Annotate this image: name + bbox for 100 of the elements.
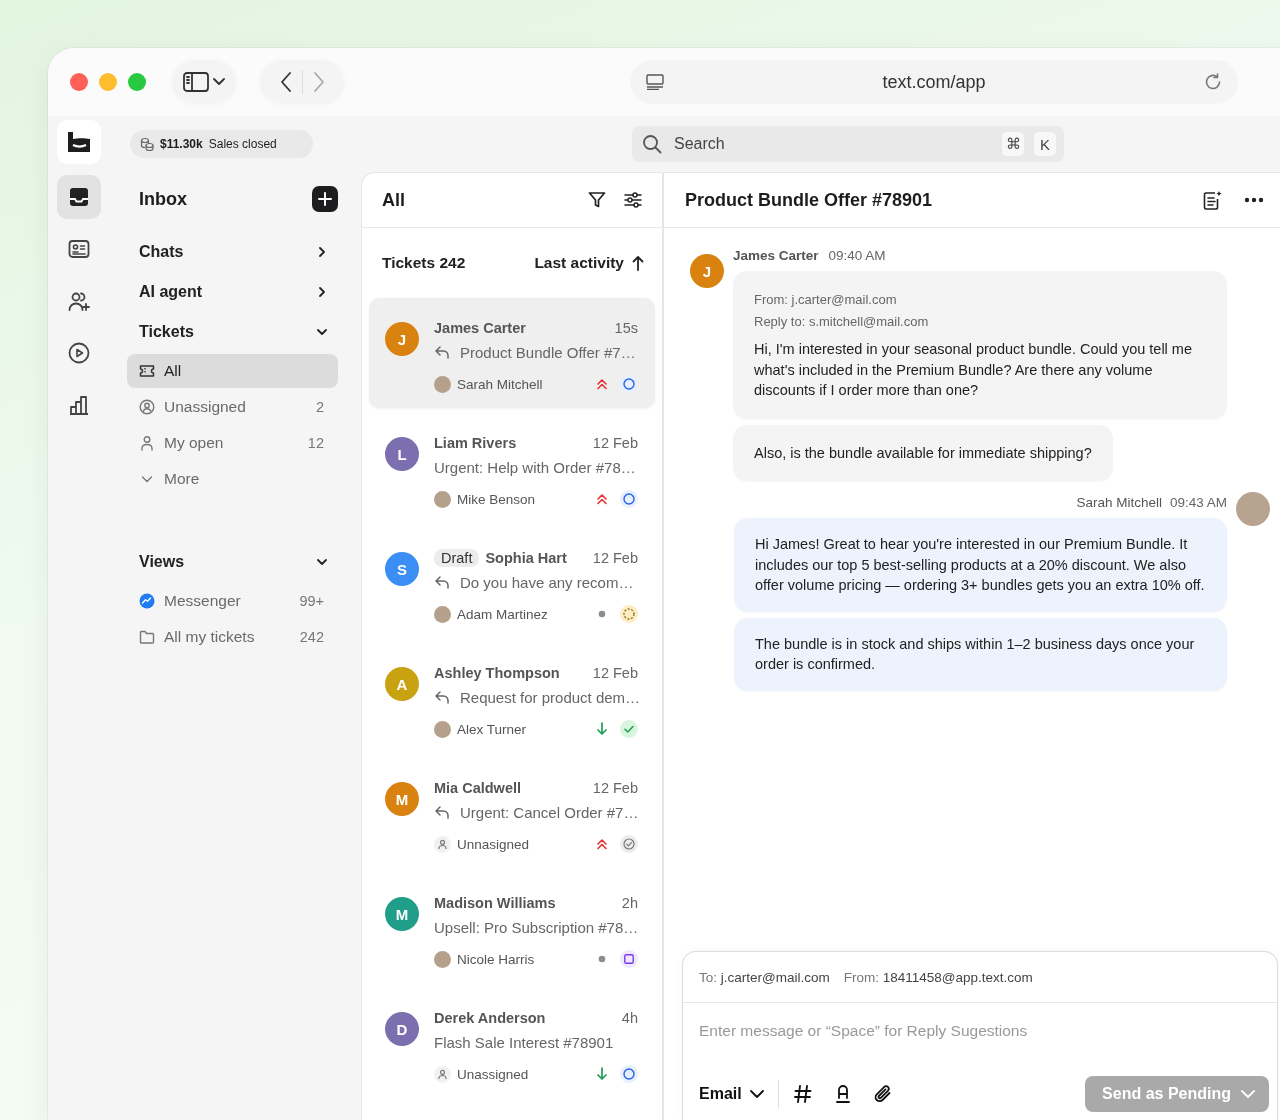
- customer-name: Liam Rivers: [434, 435, 518, 451]
- ticket-subject: Do you have any recom…: [460, 573, 634, 591]
- sender-field[interactable]: From: 18411458@app.text.com: [843, 969, 1033, 985]
- item-label: My open: [164, 434, 225, 452]
- chevron-right-icon: [316, 286, 328, 298]
- draft-tag: Draft: [434, 549, 480, 567]
- avatar: S: [385, 552, 419, 586]
- more-icon[interactable]: [1244, 197, 1264, 203]
- chevron-right-icon: [316, 246, 328, 258]
- avatar: J: [690, 254, 724, 288]
- ticket-card[interactable]: D Derek Anderson 4h Flash Sale Interest #78901 Unassigned: [369, 988, 655, 1098]
- reply-composer[interactable]: To: j.carter@mail.com From: 18411458@app.text.com Enter message or “Space” for Reply Sugestions Email Send as Pending: [682, 951, 1278, 1120]
- sidebar-item[interactable]: More: [127, 462, 338, 496]
- avatar: [1236, 492, 1270, 526]
- avatar: A: [385, 667, 419, 701]
- ticket-card[interactable]: J James Carter 15s Product Bundle Offer #7… Sarah Mitchell: [369, 298, 655, 408]
- customer-name: Mia Caldwell: [434, 780, 523, 796]
- message-time: 09:43 AM: [1169, 494, 1227, 510]
- ticket-time: 15s: [614, 320, 638, 336]
- ticket-card[interactable]: S Draft Sophia Hart 12 Feb Do you have any recom… Adam Martinez: [369, 528, 655, 638]
- nav-rail-button[interactable]: [57, 175, 101, 219]
- paperclip-icon[interactable]: [872, 1084, 893, 1104]
- section-header[interactable]: Chats: [127, 232, 338, 272]
- new-button[interactable]: [312, 186, 338, 212]
- conversation-title: Product Bundle Offer #78901: [685, 189, 934, 211]
- assignee-name: Adam Martinez: [457, 606, 549, 622]
- avatar: D: [385, 1012, 419, 1046]
- item-count: 242: [299, 629, 324, 645]
- ticket-subject: Urgent: Cancel Order #7…: [460, 803, 639, 821]
- sort-button[interactable]: Last activity: [534, 254, 644, 272]
- sidebar-toggle-button[interactable]: [172, 60, 236, 104]
- item-label: All my tickets: [164, 628, 256, 646]
- ticket-subject: Upsell: Pro Subscription #78…: [434, 918, 639, 936]
- ticket-subject: Flash Sale Interest #78901: [434, 1033, 614, 1051]
- assignee-name: Unassigned: [457, 1066, 530, 1082]
- sidebar-item[interactable]: All my tickets 242: [127, 620, 338, 654]
- user-circle-icon: [139, 399, 155, 415]
- ticket-card[interactable]: M Madison Williams 2h Upsell: Pro Subscription #78… Nicole Harris: [369, 873, 655, 983]
- ticket-card[interactable]: A Ashley Thompson 12 Feb Request for product dem… Alex Turner: [369, 643, 655, 753]
- avatar: L: [385, 437, 419, 471]
- close-button[interactable]: [70, 73, 88, 91]
- search-field[interactable]: Search ⌘ K: [632, 126, 1064, 162]
- item-label: Messenger: [164, 592, 242, 610]
- sidebar-item[interactable]: Unassigned 2: [127, 390, 338, 424]
- chevron-down-icon: [316, 326, 328, 338]
- ticket-time: 12 Feb: [592, 435, 638, 451]
- hashtag-icon[interactable]: [792, 1084, 813, 1104]
- chevron-down-icon: [749, 1090, 764, 1098]
- search-input[interactable]: Search: [672, 134, 992, 154]
- channel-dropdown[interactable]: Email: [699, 1085, 764, 1103]
- sidebar-item[interactable]: Messenger 99+: [127, 584, 338, 618]
- sidebar-item[interactable]: My open 12: [127, 426, 338, 460]
- customer-name: Madison Williams: [434, 895, 557, 911]
- users-add-icon: [68, 290, 90, 312]
- ticket-card[interactable]: M Mia Caldwell 12 Feb Urgent: Cancel Order #7… Unnasigned: [369, 758, 655, 868]
- customer-name: Ashley Thompson: [434, 665, 561, 681]
- item-count: 2: [315, 399, 324, 415]
- ticket-subject: Urgent: Help with Order #78…: [434, 458, 636, 476]
- sales-label: Sales closed: [208, 137, 277, 151]
- logo-icon: [67, 131, 91, 153]
- section-header[interactable]: AI agent: [127, 272, 338, 312]
- filter-icon[interactable]: [588, 191, 606, 209]
- ticket-time: 12 Feb: [592, 665, 638, 681]
- ticket-time: 12 Feb: [592, 780, 638, 796]
- ticket-time: 4h: [621, 1010, 638, 1026]
- ticket-subject: Product Bundle Offer #7…: [460, 343, 636, 361]
- message-input[interactable]: Enter message or “Space” for Reply Sugestions: [683, 1003, 1277, 1068]
- ticket-time: 2h: [621, 895, 638, 911]
- item-label: More: [164, 470, 201, 488]
- message-author: James Carter: [733, 247, 819, 263]
- coins-icon: [140, 137, 154, 151]
- sidebar-title: Inbox: [139, 188, 187, 210]
- item-count: 99+: [299, 593, 324, 609]
- reload-icon[interactable]: [1204, 73, 1222, 91]
- assignee-name: Unnasigned: [457, 836, 531, 852]
- sidebar-item[interactable]: All: [127, 354, 338, 388]
- ticket-time: 12 Feb: [592, 550, 638, 566]
- message-author: Sarah Mitchell: [1076, 494, 1162, 510]
- message-text: Hi James! Great to hear you're interested in our Premium Bundle. It includes our top 5 best-selling products at a 20% discount. We also offer volume pricing — ordering 3+ bundles gets you an extra 10% off.: [755, 535, 1206, 595]
- shortcut-key: ⌘: [1002, 132, 1024, 156]
- address-bar[interactable]: text.com/app: [630, 60, 1238, 104]
- reader-icon[interactable]: [646, 74, 664, 90]
- chevron-down-icon: [213, 78, 225, 86]
- notes-sparkle-icon[interactable]: [1202, 190, 1222, 210]
- ticket-card[interactable]: L Liam Rivers 12 Feb Urgent: Help with Order #78… Mike Benson: [369, 413, 655, 523]
- folder-icon: [139, 629, 155, 645]
- back-icon[interactable]: [279, 72, 292, 92]
- avatar: M: [385, 897, 419, 931]
- user-icon: [139, 435, 155, 451]
- chevron-down-icon: [1241, 1090, 1255, 1098]
- section-header[interactable]: Views: [127, 542, 338, 582]
- sliders-icon[interactable]: [624, 191, 642, 209]
- sidebar-icon: [183, 72, 209, 92]
- customer-name: Sophia Hart: [485, 550, 568, 566]
- customer-name: Derek Anderson: [434, 1010, 547, 1026]
- search-icon: [642, 134, 662, 154]
- section-header[interactable]: Tickets: [127, 312, 338, 352]
- recipient-field[interactable]: To: j.carter@mail.com: [699, 969, 830, 985]
- assignee-name: Mike Benson: [457, 491, 537, 507]
- message-text: The bundle is in stock and ships within 1–2 business days once your order is confirmed.: [755, 634, 1196, 674]
